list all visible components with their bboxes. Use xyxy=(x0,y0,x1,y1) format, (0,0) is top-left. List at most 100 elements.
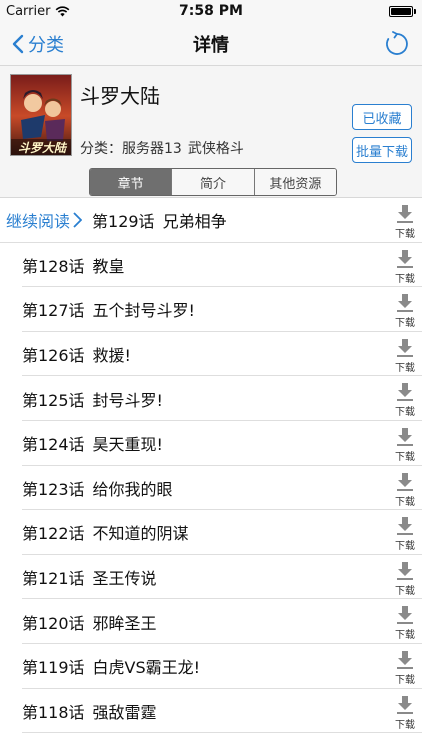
download-button[interactable]: 下载 xyxy=(393,561,417,597)
chapter-row[interactable]: 第119话 白虎VS霸王龙! 下载 xyxy=(0,644,422,689)
download-button[interactable]: 下载 xyxy=(393,338,417,374)
chapter-title: 五个封号斗罗! xyxy=(92,301,195,321)
chapter-number: 第127话 xyxy=(22,301,85,321)
download-icon xyxy=(396,427,414,451)
chapter-title: 昊天重现! xyxy=(92,435,163,455)
book-meta: 分类：服务器13 武侠格斗 xyxy=(80,138,250,158)
download-icon xyxy=(396,516,414,540)
carrier-group: Carrier xyxy=(6,4,70,19)
download-button[interactable]: 下载 xyxy=(393,650,417,686)
chapter-number: 第126话 xyxy=(22,346,85,366)
download-icon xyxy=(396,382,414,406)
chapter-title: 救援! xyxy=(92,346,131,366)
continue-reading-label: 继续阅读 xyxy=(6,212,71,232)
download-label: 下载 xyxy=(395,630,415,642)
chapter-list: 继续阅读 第129话 兄弟相争 下载 第128话 教皇 下载 第127话 五个封号斗罗! 下载 第1… xyxy=(0,198,422,733)
download-icon xyxy=(396,561,414,585)
chevron-right-icon xyxy=(73,212,83,228)
chapter-number: 第120话 xyxy=(22,613,85,633)
batch-download-button[interactable]: 批量下载 xyxy=(352,137,412,163)
chapter-title: 邪眸圣王 xyxy=(92,613,157,633)
download-label: 下载 xyxy=(395,229,415,240)
chapter-title: 不知道的阴谋 xyxy=(92,524,189,544)
refresh-icon[interactable] xyxy=(384,30,410,57)
back-label: 分类 xyxy=(28,34,64,56)
chapter-title: 封号斗罗! xyxy=(92,390,163,410)
chapter-title: 给你我的眼 xyxy=(92,479,173,499)
download-label: 下载 xyxy=(395,541,415,553)
chapter-number: 第122话 xyxy=(22,524,85,544)
download-button[interactable]: 下载 xyxy=(393,249,417,285)
tab-other-resources[interactable]: 其他资源 xyxy=(254,169,336,195)
chapter-row[interactable]: 第125话 封号斗罗! 下载 xyxy=(0,376,422,421)
favorite-button[interactable]: 已收藏 xyxy=(352,104,412,130)
wifi-icon xyxy=(56,5,70,16)
download-label: 下载 xyxy=(395,451,415,463)
book-cover: 斗罗大陆 xyxy=(10,74,72,156)
chapter-row[interactable]: 第123话 给你我的眼下载 xyxy=(0,466,422,511)
download-label: 下载 xyxy=(395,318,415,330)
chapter-row[interactable]: 第128话 教皇下载 xyxy=(0,243,422,288)
chapter-number: 第129话 xyxy=(92,212,155,232)
status-bar: Carrier 7:58 PM xyxy=(0,0,422,22)
chapter-title: 兄弟相争 xyxy=(162,212,227,232)
meta-label: 分类： xyxy=(80,141,122,157)
download-button[interactable]: 下载 xyxy=(393,472,417,508)
back-button[interactable]: 分类 xyxy=(0,31,64,57)
download-icon xyxy=(396,650,414,674)
chapter-title: 强敌雷霆 xyxy=(92,702,157,722)
chapter-row[interactable]: 第120话 邪眸圣王下载 xyxy=(0,599,422,644)
carrier-label: Carrier xyxy=(6,3,51,19)
chapter-row[interactable]: 第118话 强敌雷霆下载 xyxy=(0,689,422,734)
chapter-number: 第119话 xyxy=(22,658,85,678)
download-button[interactable]: 下载 xyxy=(393,605,417,641)
chapter-number: 第121话 xyxy=(22,569,85,589)
navigation-bar: 分类 详情 xyxy=(0,22,422,66)
download-button[interactable]: 下载 xyxy=(393,516,417,552)
chapter-row[interactable]: 第126话 救援! 下载 xyxy=(0,332,422,377)
chapter-number: 第128话 xyxy=(22,256,85,276)
download-label: 下载 xyxy=(395,719,415,731)
chapter-number: 第125话 xyxy=(22,390,85,410)
book-detail-header: 斗罗大陆 斗罗大陆 分类：服务器13 武侠格斗 已收藏 批量下载 章节 简介 其他… xyxy=(0,66,422,198)
chapter-row[interactable]: 继续阅读 第129话 兄弟相争下载 xyxy=(0,198,422,243)
chapter-title: 教皇 xyxy=(92,256,125,276)
chapter-row[interactable]: 第124话 昊天重现! 下载 xyxy=(0,421,422,466)
download-button[interactable]: 下载 xyxy=(393,695,417,731)
book-server: 服务器13 xyxy=(122,141,182,157)
chapter-number: 第118话 xyxy=(22,702,85,722)
download-label: 下载 xyxy=(395,362,415,374)
battery-icon xyxy=(389,5,416,17)
chapter-row[interactable]: 第121话 圣王传说下载 xyxy=(0,555,422,600)
download-button[interactable]: 下载 xyxy=(393,427,417,463)
download-icon xyxy=(396,293,414,317)
download-button[interactable]: 下载 xyxy=(393,382,417,418)
download-label: 下载 xyxy=(395,585,415,597)
chapter-row[interactable]: 第127话 五个封号斗罗! 下载 xyxy=(0,287,422,332)
download-label: 下载 xyxy=(395,273,415,285)
chapter-title: 圣王传说 xyxy=(92,569,157,589)
download-label: 下载 xyxy=(395,407,415,419)
chapter-title: 白虎VS霸王龙! xyxy=(92,658,201,678)
download-icon xyxy=(396,472,414,496)
chapter-number: 第124话 xyxy=(22,435,85,455)
tab-synopsis[interactable]: 简介 xyxy=(172,169,255,195)
continue-reading-link[interactable]: 继续阅读 xyxy=(6,208,83,232)
download-icon xyxy=(396,338,414,362)
book-title: 斗罗大陆 xyxy=(80,84,160,108)
tab-segmented-control: 章节 简介 其他资源 xyxy=(89,168,337,196)
download-icon xyxy=(396,249,414,273)
chevron-left-icon xyxy=(12,34,24,53)
download-label: 下载 xyxy=(395,674,415,686)
tab-chapters[interactable]: 章节 xyxy=(90,169,173,195)
download-icon xyxy=(396,605,414,629)
download-icon xyxy=(396,695,414,719)
cover-title: 斗罗大陆 xyxy=(17,141,66,155)
download-button[interactable]: 下载 xyxy=(393,204,417,240)
download-label: 下载 xyxy=(395,496,415,508)
download-button[interactable]: 下载 xyxy=(393,293,417,329)
battery-level xyxy=(391,7,411,15)
download-icon xyxy=(396,204,414,228)
chapter-number: 第123话 xyxy=(22,479,85,499)
chapter-row[interactable]: 第122话 不知道的阴谋下载 xyxy=(0,510,422,555)
